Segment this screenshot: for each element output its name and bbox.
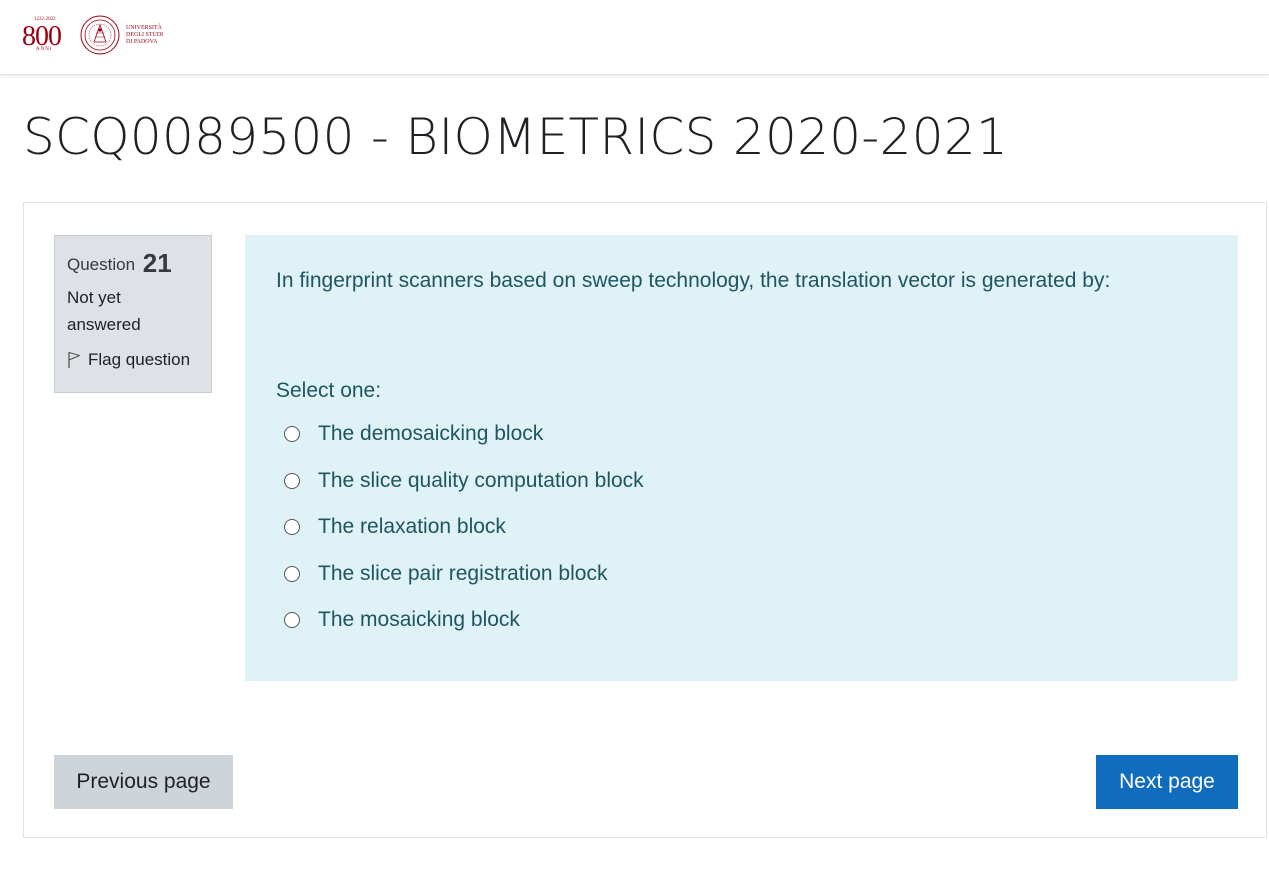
anniversary-word: ANNI — [36, 47, 53, 52]
page-title: SCQ0089500 - BIOMETRICS 2020-2021 — [23, 108, 1009, 166]
answer-label[interactable]: The slice quality computation block — [318, 465, 644, 497]
question-label: Question — [67, 255, 136, 274]
university-name: UNIVERSITÀ DEGLI STUDI DI PADOVA — [126, 25, 182, 46]
university-name-line: DI PADOVA — [126, 38, 158, 45]
answer-prompt: Select one: — [276, 379, 382, 402]
answer-label[interactable]: The slice pair registration block — [318, 558, 607, 590]
question-number: Question 21 — [67, 248, 199, 280]
answer-radio[interactable] — [284, 565, 300, 582]
next-page-button[interactable]: Next page — [1096, 755, 1238, 809]
answer-radio[interactable] — [284, 426, 300, 443]
anniversary-logo: 1222-2022 800 ANNI — [22, 15, 74, 55]
question-text: In fingerprint scanners based on sweep t… — [276, 269, 1111, 292]
answer-label[interactable]: The mosaicking block — [318, 604, 520, 636]
flag-question-label: Flag question — [88, 350, 191, 369]
flag-outline-icon — [68, 351, 81, 368]
quiz-page-card: Question 21 Not yet answered Flag questi… — [23, 202, 1267, 838]
university-name-line: UNIVERSITÀ — [126, 24, 162, 31]
answer-radio[interactable] — [284, 519, 300, 536]
question-state: Not yet answered — [67, 288, 141, 334]
question-number-value: 21 — [142, 248, 172, 278]
answer-option[interactable]: The slice quality computation block — [284, 458, 1207, 505]
flag-question-button[interactable]: Flag question — [67, 350, 199, 370]
question-info-panel: Question 21 Not yet answered Flag questi… — [54, 235, 212, 393]
answer-option[interactable]: The slice pair registration block — [284, 551, 1207, 598]
answer-option[interactable]: The relaxation block — [284, 504, 1207, 551]
answer-option[interactable]: The mosaicking block — [284, 597, 1207, 644]
answer-option[interactable]: The demosaicking block — [284, 411, 1207, 458]
university-logo[interactable]: 1222-2022 800 ANNI UNIVERSITÀ DEGLI STUD… — [22, 15, 182, 55]
question-formulation: In fingerprint scanners based on sweep t… — [245, 235, 1238, 681]
answer-label[interactable]: The relaxation block — [318, 511, 506, 543]
university-name-line: DEGLI STUDI — [126, 31, 164, 38]
answer-radio[interactable] — [284, 612, 300, 629]
top-navbar: 1222-2022 800 ANNI UNIVERSITÀ DEGLI STUD… — [0, 0, 1269, 75]
answer-radio[interactable] — [284, 472, 300, 489]
university-seal-icon — [80, 15, 120, 55]
previous-page-button[interactable]: Previous page — [54, 755, 233, 809]
answer-label[interactable]: The demosaicking block — [318, 418, 543, 450]
answer-options: The demosaicking block The slice quality… — [284, 411, 1207, 644]
